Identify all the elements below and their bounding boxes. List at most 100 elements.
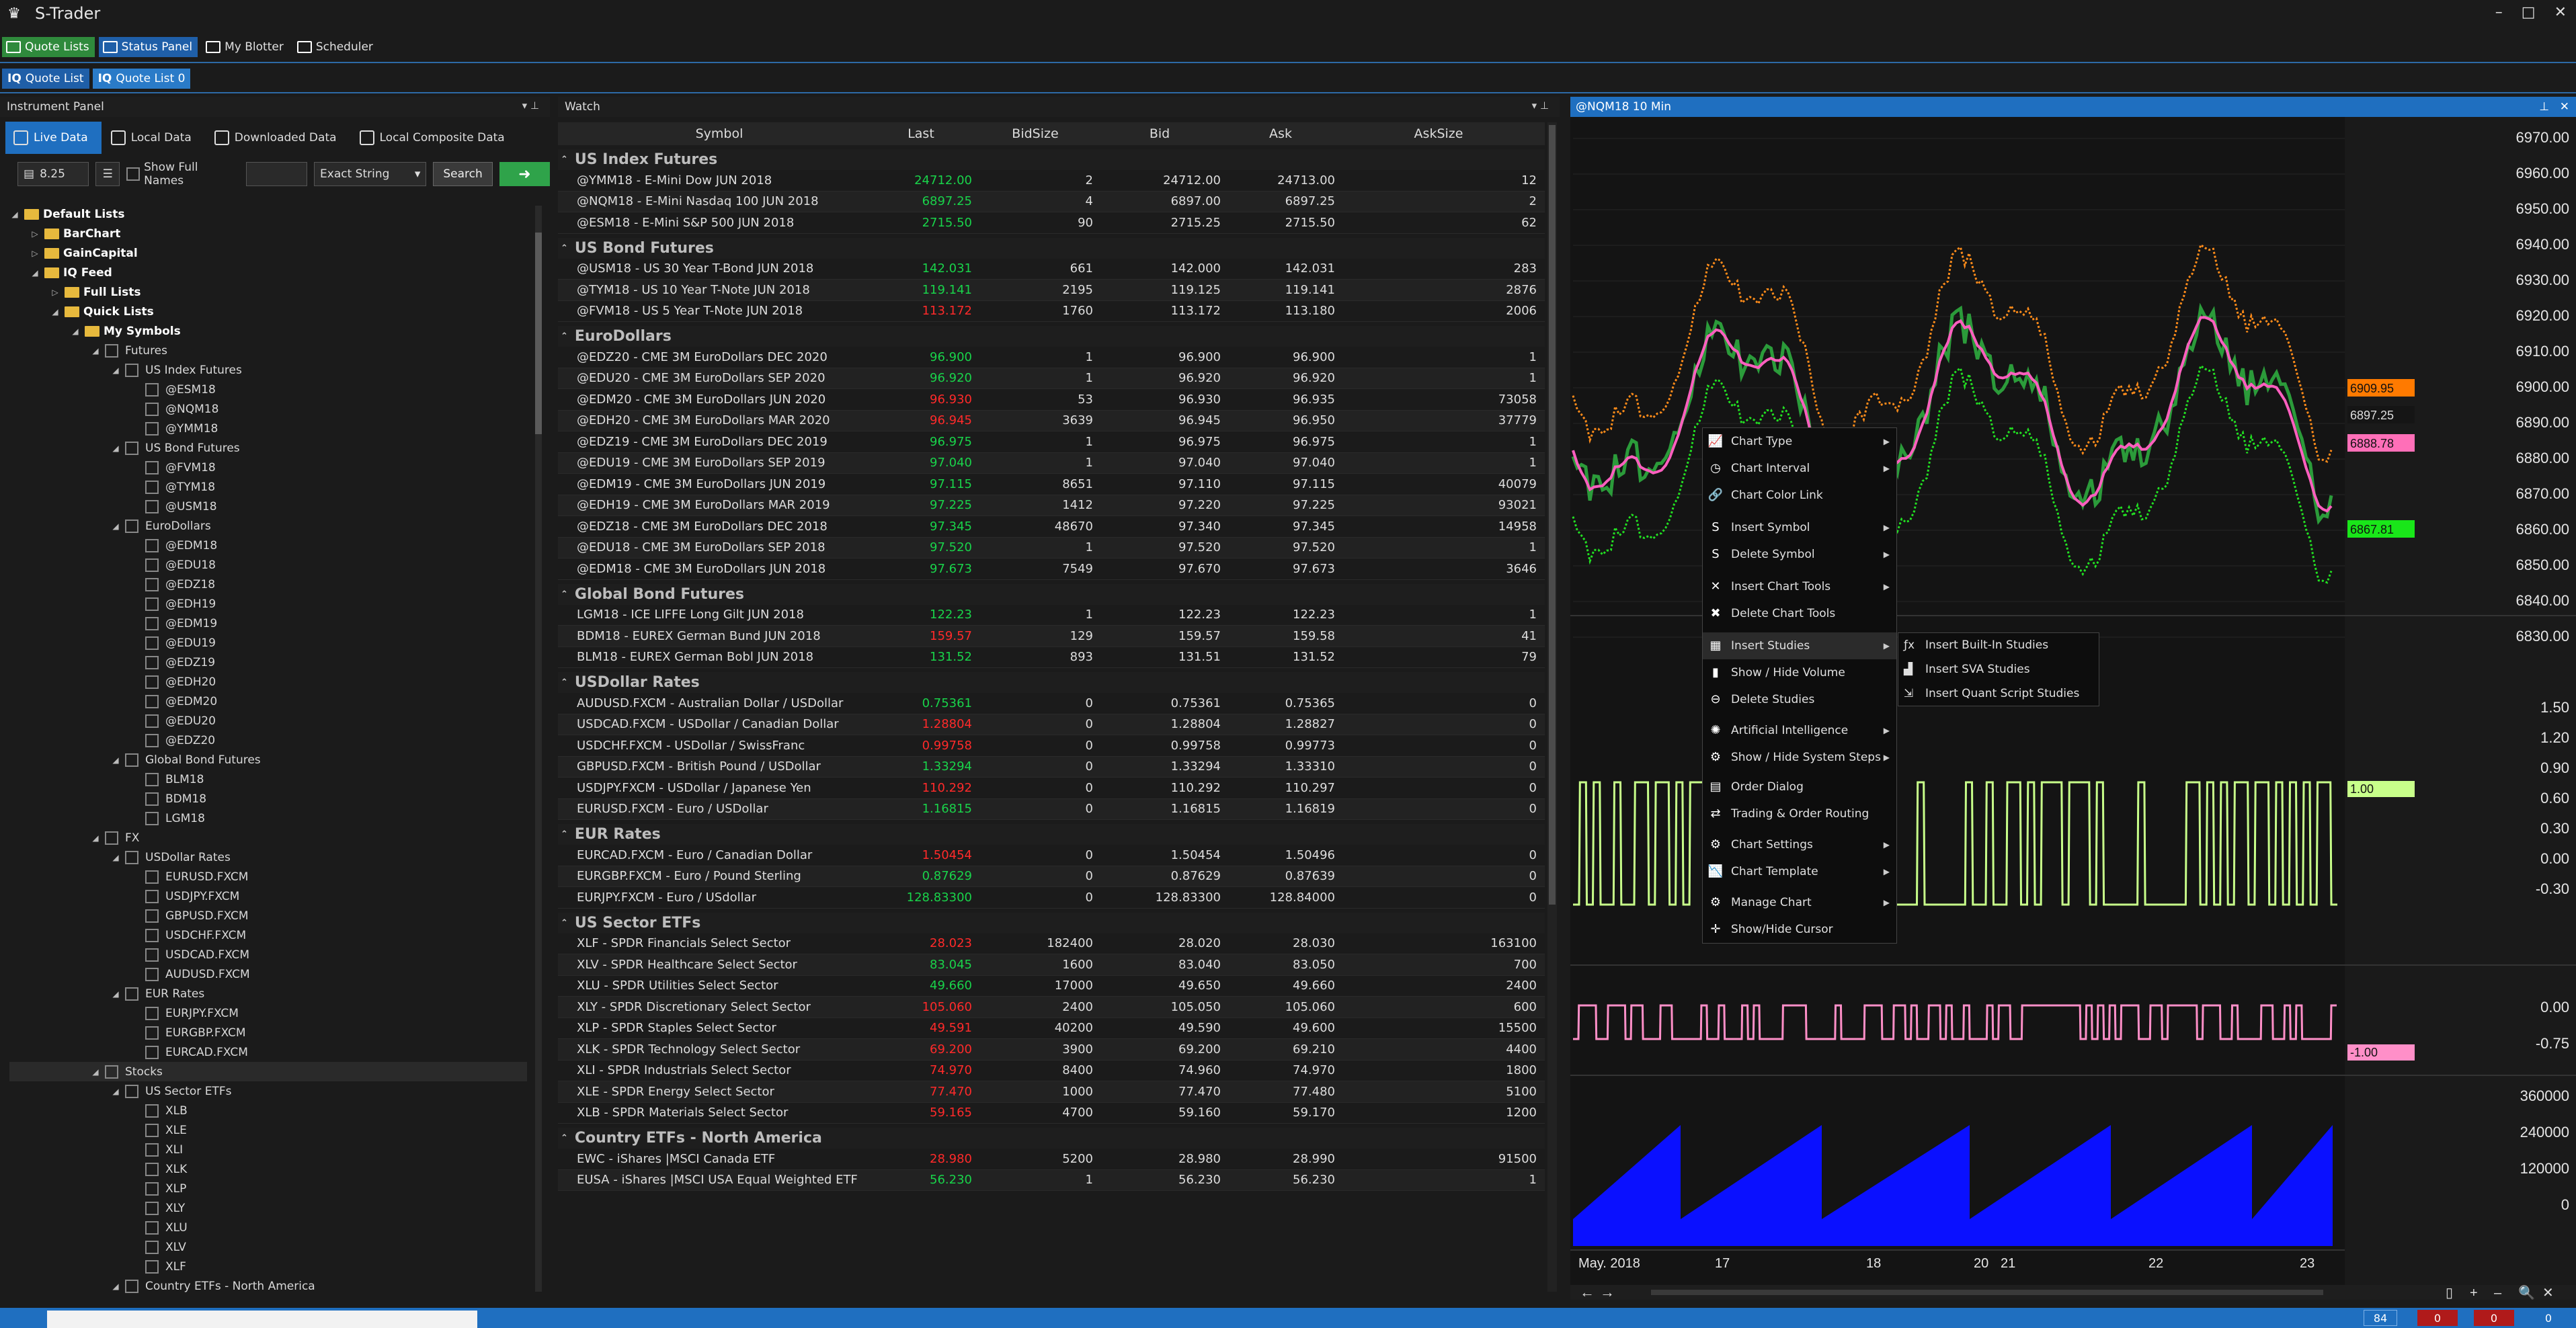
tree-checkbox[interactable] — [145, 1006, 159, 1020]
tree-checkbox[interactable] — [145, 499, 159, 513]
column-bidsize[interactable]: BidSize — [975, 126, 1096, 141]
table-row[interactable]: GBPUSD.FXCM - British Pound / USDollar 1.… — [558, 756, 1545, 778]
table-row[interactable]: LGM18 - ICE LIFFE Long Gilt JUN 2018 122.… — [558, 605, 1545, 626]
tree-checkbox[interactable] — [125, 987, 138, 1001]
tree-checkbox[interactable] — [125, 519, 138, 533]
column-last[interactable]: Last — [867, 126, 975, 141]
table-row[interactable]: XLB - SPDR Materials Select Sector 59.165… — [558, 1103, 1545, 1124]
status-panel-button[interactable]: Status Panel — [98, 37, 198, 57]
tree-checkbox[interactable] — [145, 870, 159, 884]
menu-item-chart-settings[interactable]: ⚙ Chart Settings ▶ — [1703, 831, 1896, 858]
expand-arrow-icon[interactable]: ◢ — [50, 307, 61, 317]
search-input[interactable] — [246, 162, 308, 186]
tree-checkbox[interactable] — [145, 1026, 159, 1040]
go-arrow-button[interactable]: ➜ — [499, 162, 550, 186]
group-header[interactable]: ⌃ US Sector ETFs — [558, 912, 1545, 933]
expand-arrow-icon[interactable]: ◢ — [110, 366, 121, 375]
table-row[interactable]: EURCAD.FXCM - Euro / Canadian Dollar 1.50… — [558, 845, 1545, 866]
menu-item-show-hide-system-steps[interactable]: ⚙ Show / Hide System Steps ▶ — [1703, 744, 1896, 771]
tree-checkbox[interactable] — [145, 577, 159, 591]
table-row[interactable]: @TYM18 - US 10 Year T-Note JUN 2018 119.1… — [558, 280, 1545, 301]
close-icon[interactable]: ✕ — [2560, 100, 2569, 114]
group-header[interactable]: ⌃ US Bond Futures — [558, 237, 1545, 259]
tree-node[interactable]: ◢ Stocks — [9, 1062, 527, 1081]
table-row[interactable]: EWC - iShares |MSCI Canada ETF 28.980 5200… — [558, 1149, 1545, 1170]
tree-node[interactable]: @EDZ20 — [9, 731, 527, 750]
tree-node[interactable]: @EDU19 — [9, 633, 527, 653]
table-row[interactable]: @EDH20 - CME 3M EuroDollars MAR 2020 96.9… — [558, 410, 1545, 431]
tree-checkbox[interactable] — [145, 538, 159, 552]
tree-checkbox[interactable] — [145, 1123, 159, 1137]
tree-node[interactable]: XLE — [9, 1120, 527, 1140]
tree-node[interactable]: @EDH20 — [9, 672, 527, 692]
tree-node[interactable]: ▷ BarChart — [9, 224, 527, 243]
tree-node[interactable]: EURGBP.FXCM — [9, 1023, 527, 1042]
group-header[interactable]: ⌃ EUR Rates — [558, 824, 1545, 845]
table-row[interactable]: @FVM18 - US 5 Year T-Note JUN 2018 113.17… — [558, 301, 1545, 322]
tree-node[interactable]: @EDM18 — [9, 536, 527, 555]
table-row[interactable]: @EDU19 - CME 3M EuroDollars SEP 2019 97.0… — [558, 452, 1545, 474]
pin-icon[interactable]: ⊥ — [2539, 100, 2549, 114]
tree-checkbox[interactable] — [145, 1181, 159, 1196]
collapse-icon[interactable]: ⌃ — [561, 331, 568, 341]
table-row[interactable]: EURUSD.FXCM - Euro / USDollar 1.16815 0 1.1… — [558, 798, 1545, 820]
table-row[interactable]: XLU - SPDR Utilities Select Sector 49.660… — [558, 976, 1545, 997]
expand-arrow-icon[interactable]: ◢ — [110, 522, 121, 531]
tree-node[interactable]: @YMM18 — [9, 419, 527, 438]
tree-checkbox[interactable] — [145, 1201, 159, 1215]
table-row[interactable]: XLV - SPDR Healthcare Select Sector 83.04… — [558, 954, 1545, 976]
collapse-icon[interactable]: ⌃ — [561, 1133, 568, 1143]
expand-arrow-icon[interactable]: ◢ — [110, 853, 121, 862]
tree-node[interactable]: EURUSD.FXCM — [9, 867, 527, 886]
tree-checkbox[interactable] — [145, 421, 159, 435]
menu-item-delete-symbol[interactable]: S Delete Symbol ▶ — [1703, 541, 1896, 568]
tree-node[interactable]: ◢ US Sector ETFs — [9, 1081, 527, 1101]
menu-item-trading-order-routing[interactable]: ⇄ Trading & Order Routing — [1703, 800, 1896, 827]
tab-downloaded-data[interactable]: Downloaded Data — [206, 122, 350, 154]
tree-checkbox[interactable] — [145, 636, 159, 650]
tree-node[interactable]: BDM18 — [9, 789, 527, 808]
expand-arrow-icon[interactable]: ◢ — [110, 989, 121, 999]
tree-node[interactable]: ▷ GainCapital — [9, 243, 527, 263]
table-row[interactable]: AUDUSD.FXCM - Australian Dollar / USDoll… — [558, 693, 1545, 714]
column-bid[interactable]: Bid — [1096, 126, 1223, 141]
tree-checkbox[interactable] — [145, 616, 159, 630]
instrument-scrollbar[interactable] — [535, 206, 542, 1292]
maximize-icon[interactable]: □ — [2522, 4, 2536, 21]
tab-quote-list-0[interactable]: IQ Quote List 0 — [92, 69, 191, 89]
tab-live-data[interactable]: Live Data — [5, 122, 102, 154]
menu-item-insert-chart-tools[interactable]: ✕ Insert Chart Tools ▶ — [1703, 573, 1896, 600]
menu-item-chart-template[interactable]: 📉 Chart Template ▶ — [1703, 858, 1896, 885]
tree-node[interactable]: ◢ US Index Futures — [9, 360, 527, 380]
table-row[interactable]: EUSA - iShares |MSCI USA Equal Weighted … — [558, 1169, 1545, 1191]
expand-arrow-icon[interactable]: ▷ — [30, 249, 40, 258]
tree-checkbox[interactable] — [145, 1104, 159, 1118]
tree-checkbox[interactable] — [145, 597, 159, 611]
tree-checkbox[interactable] — [145, 675, 159, 689]
tree-node[interactable]: ◢ Country ETFs - North America — [9, 1276, 527, 1293]
tree-node[interactable]: @ESM18 — [9, 380, 527, 399]
collapse-icon[interactable]: ⌃ — [561, 589, 568, 599]
group-header[interactable]: ⌃ EuroDollars — [558, 326, 1545, 347]
table-row[interactable]: EURGBP.FXCM - Euro / Pound Sterling 0.876… — [558, 866, 1545, 887]
search-button[interactable]: Search — [433, 162, 493, 186]
tree-node[interactable]: USDCAD.FXCM — [9, 945, 527, 964]
tree-checkbox[interactable] — [145, 694, 159, 708]
column-ask[interactable]: Ask — [1223, 126, 1338, 141]
tree-node[interactable]: GBPUSD.FXCM — [9, 906, 527, 925]
tree-node[interactable]: @TYM18 — [9, 477, 527, 497]
menu-item-chart-interval[interactable]: ◷ Chart Interval ▶ — [1703, 455, 1896, 482]
collapse-icon[interactable]: ⌃ — [561, 155, 568, 165]
menu-item-order-dialog[interactable]: ▤ Order Dialog — [1703, 774, 1896, 800]
tree-node[interactable]: @USM18 — [9, 497, 527, 516]
tree-checkbox[interactable] — [145, 1143, 159, 1157]
tree-checkbox[interactable] — [145, 714, 159, 728]
tree-node[interactable]: ◢ EUR Rates — [9, 984, 527, 1003]
tab-quote-list[interactable]: IQ Quote List — [2, 69, 89, 89]
table-row[interactable]: XLK - SPDR Technology Select Sector 69.20… — [558, 1039, 1545, 1061]
tree-node[interactable]: XLY — [9, 1198, 527, 1218]
table-row[interactable]: XLF - SPDR Financials Select Sector 28.02… — [558, 933, 1545, 954]
tree-node[interactable]: ◢ IQ Feed — [9, 263, 527, 282]
collapse-icon[interactable]: ⌃ — [561, 829, 568, 839]
tree-node[interactable]: XLP — [9, 1179, 527, 1198]
